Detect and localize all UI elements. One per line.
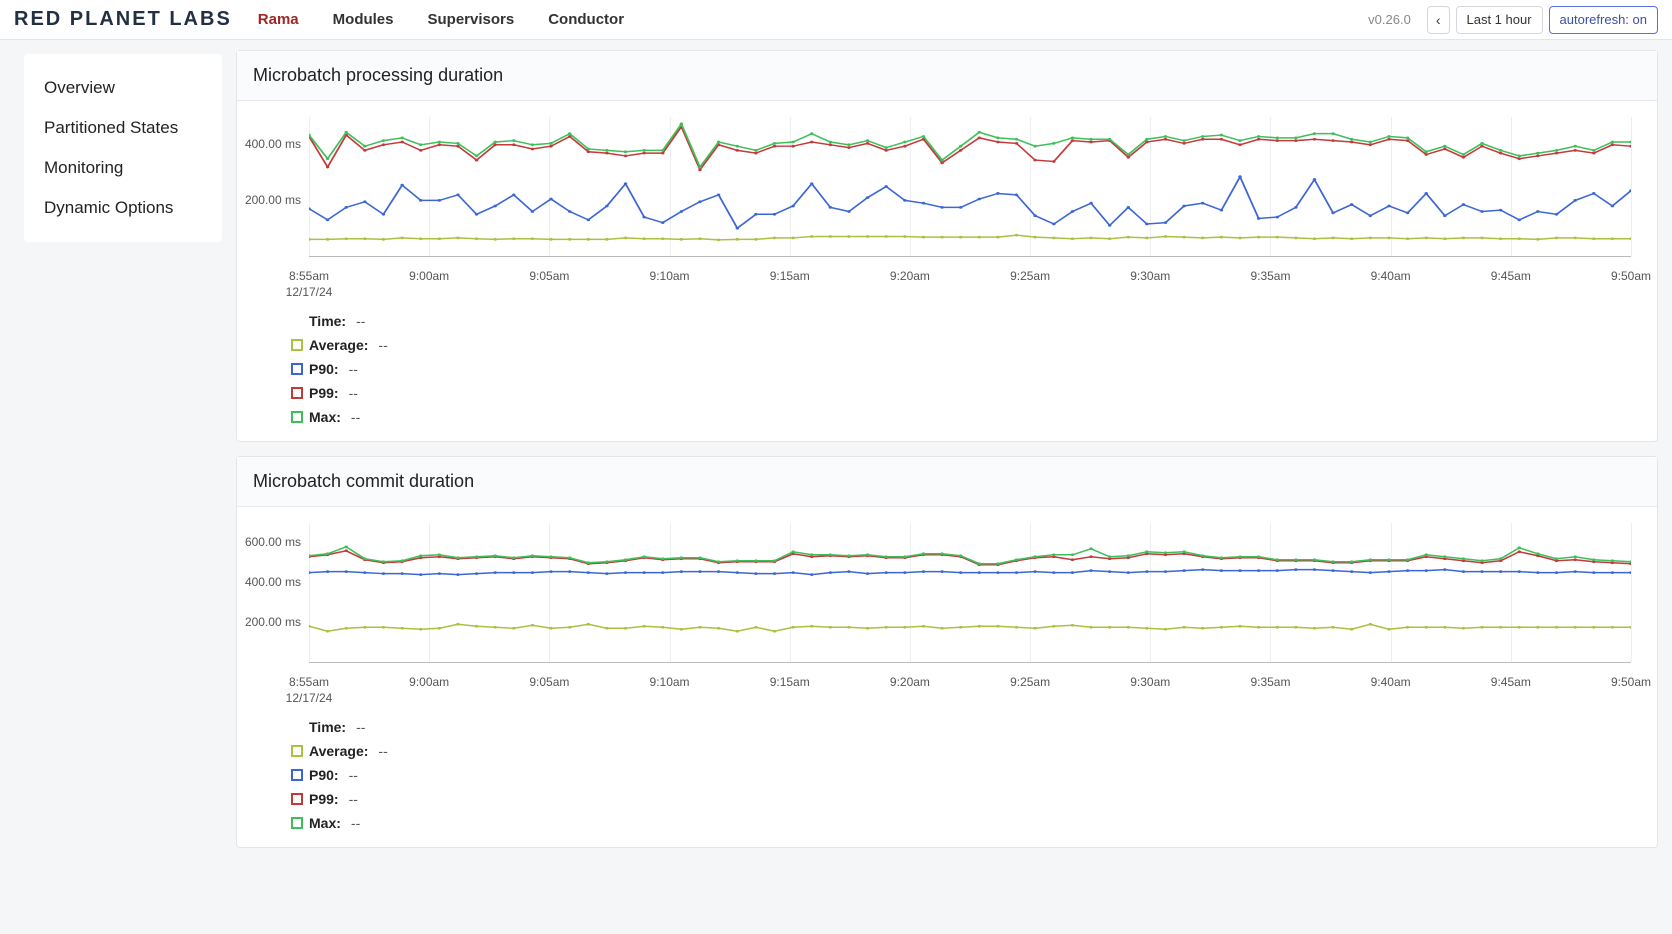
x-tick-label: 9:25am [1010, 675, 1050, 691]
main-content: Microbatch processing duration 200.00 ms 4… [222, 40, 1672, 872]
x-tick-label: 9:00am [409, 269, 449, 285]
logo: RED PLANET LABS [14, 8, 232, 31]
series-p99 [309, 127, 1631, 170]
legend-label: Max: [309, 409, 341, 425]
chart-body: 200.00 ms 400.00 ms 600.00 ms 8:55am12/17/2… [237, 507, 1657, 847]
legend-label: P99: [309, 385, 339, 401]
y-tick-label: 400.00 ms [245, 137, 301, 153]
chart-legend: Time:-- Average: -- P90: -- P99: -- Max: -- [291, 719, 1645, 831]
y-tick-label: 600.00 ms [245, 535, 301, 551]
x-tick-label: 9:10am [650, 675, 690, 691]
nav-conductor[interactable]: Conductor [540, 7, 632, 32]
legend-value: -- [349, 767, 358, 783]
x-tick-label: 9:20am [890, 675, 930, 691]
legend-p90[interactable]: P90: -- [291, 361, 1645, 377]
x-tick-label: 8:55am12/17/24 [286, 675, 333, 706]
x-tick-label: 9:50am [1611, 269, 1651, 285]
chevron-left-icon: ‹ [1436, 12, 1441, 28]
legend-value: -- [349, 361, 358, 377]
y-tick-label: 400.00 ms [245, 575, 301, 591]
sidebar: OverviewPartitioned StatesMonitoringDyna… [24, 54, 222, 242]
legend-label: P90: [309, 361, 339, 377]
legend-avg[interactable]: Average: -- [291, 743, 1645, 759]
sidebar-item-overview[interactable]: Overview [24, 68, 222, 108]
legend-swatch-icon [291, 363, 303, 375]
legend-p90[interactable]: P90: -- [291, 767, 1645, 783]
legend-swatch-icon [291, 769, 303, 781]
chart-legend: Time:-- Average: -- P90: -- P99: -- Max: -- [291, 313, 1645, 425]
x-tick-label: 9:30am [1130, 269, 1170, 285]
y-tick-label: 200.00 ms [245, 193, 301, 209]
legend-label: Average: [309, 743, 368, 759]
legend-max[interactable]: Max: -- [291, 409, 1645, 425]
legend-p99[interactable]: P99: -- [291, 385, 1645, 401]
chart-title: Microbatch commit duration [237, 457, 1657, 507]
sidebar-item-partitioned-states[interactable]: Partitioned States [24, 108, 222, 148]
chart-card: Microbatch processing duration 200.00 ms 4… [236, 50, 1658, 442]
x-tick-label: 9:50am [1611, 675, 1651, 691]
series-p90 [309, 570, 1631, 575]
x-tick-label: 9:45am [1491, 269, 1531, 285]
series-p90 [309, 177, 1631, 228]
version-label: v0.26.0 [1368, 12, 1411, 27]
legend-label: P99: [309, 791, 339, 807]
legend-label: Max: [309, 815, 341, 831]
series-avg [309, 235, 1631, 240]
legend-value: -- [351, 409, 360, 425]
legend-swatch-icon [291, 793, 303, 805]
legend-max[interactable]: Max: -- [291, 815, 1645, 831]
x-tick-label: 9:05am [529, 675, 569, 691]
top-nav: Rama Modules Supervisors Conductor [250, 7, 632, 32]
x-tick-label: 9:00am [409, 675, 449, 691]
legend-swatch-icon [291, 411, 303, 423]
sidebar-item-monitoring[interactable]: Monitoring [24, 148, 222, 188]
chart-plot[interactable]: 200.00 ms400.00 ms8:55am12/17/249:00am9:… [309, 117, 1631, 277]
legend-swatch-icon [291, 817, 303, 829]
legend-value: -- [349, 385, 358, 401]
x-tick-label: 9:35am [1250, 269, 1290, 285]
legend-value: -- [378, 337, 387, 353]
x-tick-label: 9:40am [1371, 675, 1411, 691]
chart-plot[interactable]: 200.00 ms400.00 ms600.00 ms8:55am12/17/2… [309, 523, 1631, 683]
x-tick-label: 9:15am [770, 675, 810, 691]
nav-modules[interactable]: Modules [325, 7, 402, 32]
legend-label: Average: [309, 337, 368, 353]
legend-avg[interactable]: Average: -- [291, 337, 1645, 353]
nav-supervisors[interactable]: Supervisors [420, 7, 523, 32]
legend-p99[interactable]: P99: -- [291, 791, 1645, 807]
legend-value: -- [349, 791, 358, 807]
legend-swatch-icon [291, 745, 303, 757]
x-tick-label: 9:30am [1130, 675, 1170, 691]
y-tick-label: 200.00 ms [245, 615, 301, 631]
x-tick-label: 9:45am [1491, 675, 1531, 691]
x-tick-label: 9:15am [770, 269, 810, 285]
legend-value: -- [378, 743, 387, 759]
time-range-prev-button[interactable]: ‹ [1427, 6, 1450, 34]
x-tick-label: 9:10am [650, 269, 690, 285]
legend-time: Time:-- [291, 719, 1645, 735]
x-tick-label: 9:25am [1010, 269, 1050, 285]
topbar: RED PLANET LABS Rama Modules Supervisors Co… [0, 0, 1672, 40]
legend-swatch-icon [291, 387, 303, 399]
x-tick-label: 8:55am12/17/24 [286, 269, 333, 300]
series-avg [309, 624, 1631, 631]
legend-time: Time:-- [291, 313, 1645, 329]
legend-label: P90: [309, 767, 339, 783]
x-tick-label: 9:05am [529, 269, 569, 285]
nav-rama[interactable]: Rama [250, 7, 307, 32]
legend-value: -- [351, 815, 360, 831]
legend-swatch-icon [291, 339, 303, 351]
chart-card: Microbatch commit duration 200.00 ms 400.0… [236, 456, 1658, 848]
time-range-button[interactable]: Last 1 hour [1456, 6, 1543, 34]
x-tick-label: 9:35am [1250, 675, 1290, 691]
chart-title: Microbatch processing duration [237, 51, 1657, 101]
sidebar-item-dynamic-options[interactable]: Dynamic Options [24, 188, 222, 228]
x-tick-label: 9:40am [1371, 269, 1411, 285]
x-tick-label: 9:20am [890, 269, 930, 285]
chart-body: 200.00 ms 400.00 ms 8:55am12/17/24 9:00am 9:… [237, 101, 1657, 441]
autorefresh-toggle[interactable]: autorefresh: on [1549, 6, 1658, 34]
